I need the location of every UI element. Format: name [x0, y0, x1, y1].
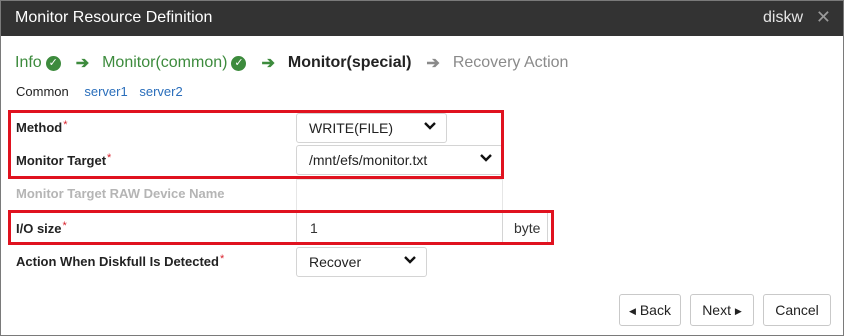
dialog-title: Monitor Resource Definition [15, 9, 213, 26]
tab-server2[interactable]: server2 [139, 84, 182, 99]
cancel-button[interactable]: Cancel [763, 294, 831, 326]
tab-common[interactable]: Common [16, 84, 69, 99]
chevron-down-icon [480, 154, 492, 162]
arrow-right-icon: ➔ [426, 55, 440, 72]
required-mark: * [62, 220, 67, 232]
step-monitor-common-label: Monitor(common) [102, 54, 228, 71]
arrow-right-icon: ➔ [75, 55, 90, 72]
io-size-unit: byte [503, 212, 548, 244]
monitor-resource-definition-dialog: Monitor Resource Definition diskw ✕ Info… [0, 0, 844, 336]
resource-name: diskw [762, 9, 803, 26]
chevron-down-icon [424, 122, 436, 130]
step-recovery-action: Recovery Action [452, 54, 569, 71]
raw-device-input [296, 179, 503, 211]
next-button[interactable]: Next ▶ [690, 294, 754, 326]
monitor-target-value: /mnt/efs/monitor.txt [309, 152, 428, 168]
method-select[interactable]: WRITE(FILE) [296, 113, 447, 143]
step-monitor-special: Monitor(special) [287, 54, 412, 71]
check-icon: ✓ [231, 56, 247, 71]
diskfull-action-select[interactable]: Recover [296, 247, 427, 277]
method-label: Method* [16, 119, 68, 135]
back-button-label: Back [639, 302, 671, 318]
io-size-input[interactable]: 1 [296, 212, 503, 244]
required-mark: * [63, 119, 68, 131]
diskfull-action-value: Recover [309, 254, 362, 270]
arrow-right-icon: ➔ [261, 55, 275, 72]
diskfull-action-label: Action When Diskfull Is Detected* [16, 253, 225, 269]
title-bar: Monitor Resource Definition diskw ✕ [1, 1, 843, 36]
caret-left-icon: ◀ [629, 306, 636, 316]
raw-device-label: Monitor Target RAW Device Name [16, 186, 225, 201]
required-mark: * [107, 152, 112, 164]
close-icon[interactable]: ✕ [816, 7, 831, 28]
required-mark: * [219, 253, 225, 265]
server-tabs: Common server1 server2 [16, 84, 191, 99]
method-value: WRITE(FILE) [309, 120, 393, 136]
monitor-target-select[interactable]: /mnt/efs/monitor.txt [296, 145, 503, 175]
step-info-label: Info [15, 54, 42, 71]
step-info[interactable]: Info ✓ [15, 54, 61, 72]
step-monitor-common[interactable]: Monitor(common) ✓ [102, 54, 247, 72]
caret-right-icon: ▶ [734, 306, 742, 316]
io-size-label: I/O size* [16, 220, 67, 236]
chevron-down-icon [404, 256, 416, 264]
next-button-label: Next [702, 302, 731, 318]
back-button[interactable]: ◀ Back [619, 294, 681, 326]
wizard-steps: Info ✓ ➔ Monitor(common) ✓ ➔ Monitor(special) ➔… [15, 53, 568, 73]
check-icon: ✓ [45, 56, 61, 71]
tab-server1[interactable]: server1 [84, 84, 127, 99]
monitor-target-label: Monitor Target* [16, 152, 112, 168]
